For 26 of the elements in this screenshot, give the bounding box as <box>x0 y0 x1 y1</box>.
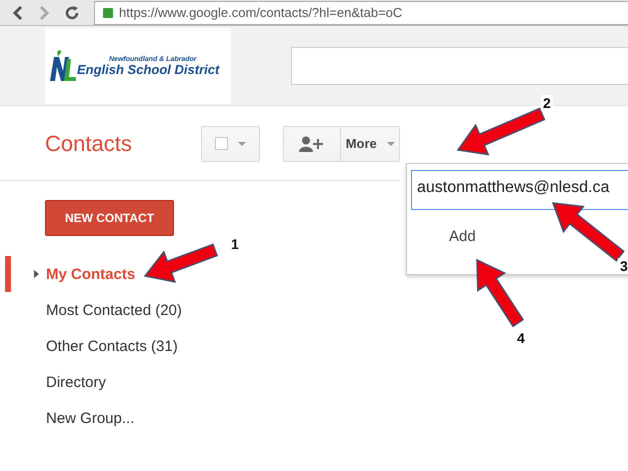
back-icon[interactable] <box>12 6 24 20</box>
add-person-icon <box>298 136 325 152</box>
logo-title: English School District <box>77 62 220 76</box>
nav-item[interactable]: Most Contacted (20) <box>46 298 182 322</box>
step-number: 1 <box>229 236 241 252</box>
nav-item[interactable]: Directory <box>46 370 106 394</box>
step-number: 3 <box>618 258 628 274</box>
search-field[interactable] <box>291 46 628 84</box>
arrow-annotation <box>476 258 524 328</box>
new-contact-button[interactable]: NEW CONTACT <box>45 200 174 236</box>
step-number: 4 <box>515 330 527 346</box>
step-number: 2 <box>541 95 553 111</box>
nav-item[interactable]: New Group... <box>46 406 134 430</box>
checkbox[interactable] <box>214 137 228 150</box>
caret-icon <box>238 142 246 146</box>
expand-arrow-icon[interactable] <box>34 270 39 278</box>
logo-icon <box>49 48 77 82</box>
add-contact-button[interactable] <box>282 126 342 162</box>
add-link[interactable]: Add <box>445 226 480 247</box>
nav-item[interactable]: My Contacts <box>46 262 136 286</box>
nav-item[interactable]: Other Contacts (31) <box>46 334 178 358</box>
address-bar[interactable]: https://www.google.com/contacts/?hl=en&tab=oC <box>94 0 628 24</box>
page-title: Contacts <box>45 130 133 156</box>
caret-icon <box>386 142 395 146</box>
more-button[interactable]: More <box>341 126 400 162</box>
reload-icon[interactable] <box>64 4 80 20</box>
